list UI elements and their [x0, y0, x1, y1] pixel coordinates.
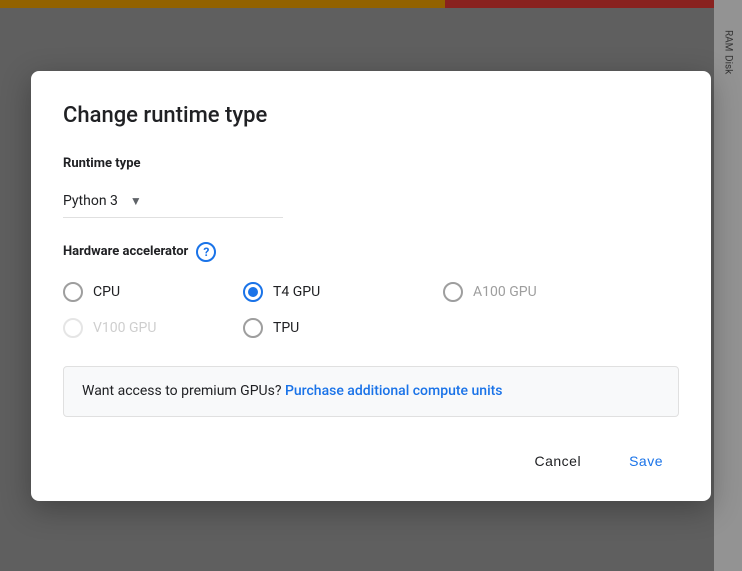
- runtime-type-dropdown[interactable]: Python 3 ▼: [63, 185, 283, 217]
- dialog-title: Change runtime type: [63, 103, 679, 128]
- purchase-link[interactable]: Purchase additional compute units: [285, 383, 503, 399]
- cancel-button[interactable]: Cancel: [518, 445, 597, 477]
- radio-option-cpu[interactable]: CPU: [63, 282, 243, 302]
- radio-label-a100gpu: A100 GPU: [473, 284, 537, 300]
- help-icon[interactable]: ?: [196, 242, 216, 262]
- runtime-type-section: Runtime type Python 3 ▼: [63, 156, 679, 218]
- dropdown-divider: [63, 217, 283, 218]
- chevron-down-icon: ▼: [130, 194, 142, 208]
- modal-overlay: Change runtime type Runtime type Python …: [0, 0, 742, 571]
- radio-circle-a100gpu: [443, 282, 463, 302]
- radio-option-v100gpu: V100 GPU: [63, 318, 243, 338]
- radio-option-tpu[interactable]: TPU: [243, 318, 443, 338]
- radio-circle-cpu: [63, 282, 83, 302]
- runtime-type-label: Runtime type: [63, 156, 679, 171]
- radio-circle-t4gpu: [243, 282, 263, 302]
- radio-circle-v100gpu: [63, 318, 83, 338]
- action-row: Cancel Save: [63, 445, 679, 477]
- radio-option-a100gpu[interactable]: A100 GPU: [443, 282, 643, 302]
- radio-option-t4gpu[interactable]: T4 GPU: [243, 282, 443, 302]
- hardware-label-row: Hardware accelerator ?: [63, 242, 679, 262]
- radio-label-cpu: CPU: [93, 284, 120, 300]
- radio-label-v100gpu: V100 GPU: [93, 320, 156, 336]
- hardware-options-grid: CPU T4 GPU A100 GPU V100 GPU: [63, 282, 679, 338]
- dialog: Change runtime type Runtime type Python …: [31, 71, 711, 501]
- info-box: Want access to premium GPUs? Purchase ad…: [63, 366, 679, 417]
- radio-circle-tpu: [243, 318, 263, 338]
- info-box-text: Want access to premium GPUs?: [82, 383, 281, 399]
- hardware-accelerator-section: Hardware accelerator ? CPU T4 GPU: [63, 242, 679, 338]
- save-button[interactable]: Save: [613, 445, 679, 477]
- hardware-accelerator-label: Hardware accelerator: [63, 244, 188, 259]
- runtime-type-value: Python 3: [63, 193, 118, 209]
- radio-label-t4gpu: T4 GPU: [273, 284, 320, 300]
- radio-label-tpu: TPU: [273, 320, 299, 336]
